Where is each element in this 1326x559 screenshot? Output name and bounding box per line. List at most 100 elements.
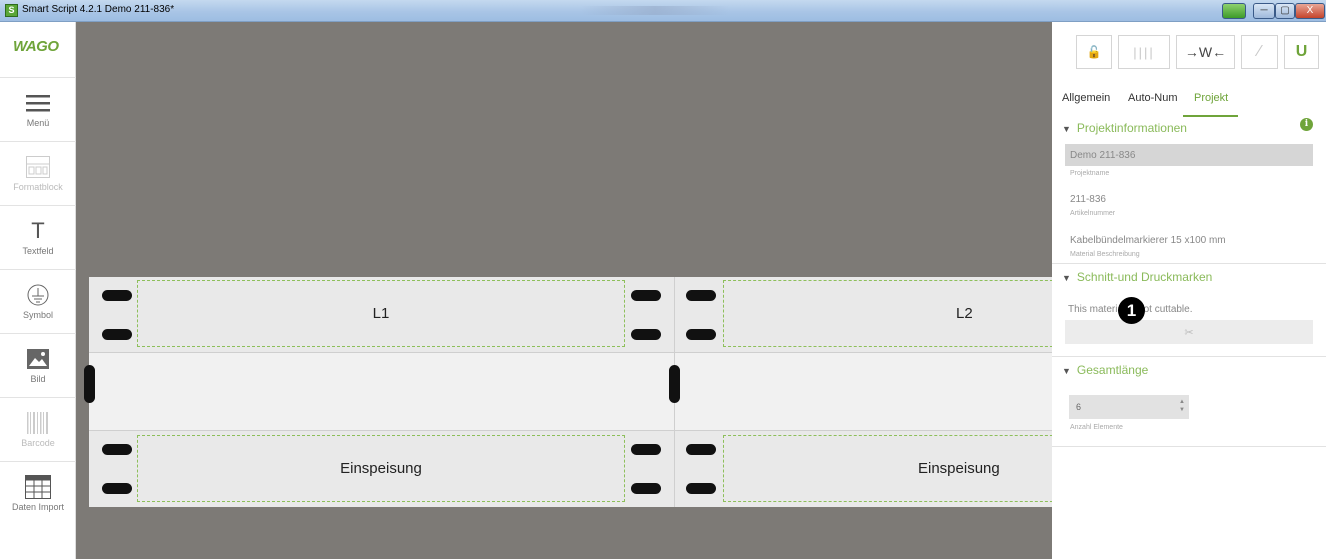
sidebar-item-menu[interactable]: Menü: [0, 78, 76, 142]
strap-hole: [102, 483, 132, 494]
strap-hole: [102, 329, 132, 340]
marker-strip[interactable]: L1 L2 Einspeisung Einspeisung: [84, 277, 1063, 507]
strap-slot: [669, 365, 680, 403]
chevron-down-icon: ▼: [1062, 124, 1071, 134]
strap-hole: [631, 329, 661, 340]
sidebar-item-label: Formatblock: [13, 182, 63, 192]
field-text: L2: [956, 305, 973, 322]
text-field-bottom-left[interactable]: Einspeisung: [137, 435, 625, 502]
maximize-button[interactable]: ▢: [1275, 3, 1295, 19]
section-header-schnitt-und-druckmarken[interactable]: ▼ Schnitt-und Druckmarken: [1062, 270, 1212, 284]
material-description-caption: Material Beschreibung: [1070, 251, 1140, 258]
strap-hole: [631, 444, 661, 455]
magic-wand-button[interactable]: ⁄: [1241, 35, 1278, 69]
sidebar-item-daten-import[interactable]: Daten Import: [0, 462, 76, 526]
sidebar-item-label: Barcode: [21, 438, 55, 448]
sidebar-item-formatblock[interactable]: Formatblock: [0, 142, 76, 206]
strap-hole: [686, 483, 716, 494]
design-canvas[interactable]: L1 L2 Einspeisung Einspeisung: [76, 22, 1063, 559]
tab-projekt[interactable]: Projekt: [1194, 92, 1228, 104]
element-count-caption: Anzahl Elemente: [1070, 424, 1123, 431]
article-number-value[interactable]: 211-836: [1070, 194, 1106, 205]
fit-width-icon: →W←: [1184, 44, 1227, 60]
stepper-down-icon[interactable]: ▼: [1177, 406, 1187, 414]
formatblock-icon: [0, 154, 76, 180]
element-count-stepper[interactable]: 6 ▲ ▼: [1069, 395, 1189, 419]
unlock-icon: 🔓: [1086, 45, 1102, 59]
strap-hole: [631, 483, 661, 494]
blurred-region: [580, 6, 730, 15]
cut-button[interactable]: ✂: [1065, 320, 1313, 344]
close-button[interactable]: X: [1295, 3, 1325, 19]
strap-hole: [631, 290, 661, 301]
field-text: L1: [372, 305, 390, 322]
unlock-button[interactable]: 🔓: [1076, 35, 1112, 69]
text-field-top-left[interactable]: L1: [137, 280, 625, 347]
scissors-icon: ✂: [1184, 326, 1194, 339]
sidebar-item-label: Symbol: [22, 310, 53, 320]
section-divider: [1052, 446, 1326, 447]
strap-hole: [686, 329, 716, 340]
chevron-down-icon: ▼: [1062, 366, 1071, 376]
sidebar-item-label: Daten Import: [11, 502, 65, 512]
ground-symbol-icon: [0, 282, 76, 308]
section-header-projektinformationen[interactable]: ▼ Projektinformationen: [1062, 121, 1187, 135]
marker-row-middle: [89, 353, 1052, 431]
minimize-button[interactable]: ─: [1253, 3, 1275, 19]
left-sidebar: WAGO Menü Formatblock T Textfeld Symbol …: [0, 22, 76, 559]
section-title: Gesamtlänge: [1076, 363, 1149, 377]
menu-icon: [0, 90, 76, 116]
sidebar-item-label: Textfeld: [22, 246, 54, 256]
strap-hole: [686, 290, 716, 301]
sidebar-item-symbol[interactable]: Symbol: [0, 270, 76, 334]
project-name-caption: Projektname: [1070, 170, 1110, 177]
material-description-value[interactable]: Kabelbündelmarkierer 15 x100 mm: [1070, 235, 1226, 246]
section-title: Schnitt-und Druckmarken: [1076, 270, 1213, 284]
section-header-gesamtlaenge[interactable]: ▼ Gesamtlänge: [1062, 363, 1148, 377]
sidebar-item-bild[interactable]: Bild: [0, 334, 76, 398]
image-icon: [0, 346, 76, 372]
section-divider: [1052, 356, 1326, 357]
active-tab-indicator: [1183, 115, 1238, 117]
element-count-value: 6: [1076, 402, 1082, 412]
strap-hole: [102, 444, 132, 455]
app-icon: S: [5, 4, 18, 17]
chevron-down-icon: ▼: [1062, 273, 1071, 283]
sidebar-item-barcode[interactable]: Barcode: [0, 398, 76, 462]
window-title: Smart Script 4.2.1 Demo 211-836*: [22, 4, 175, 15]
text-field-bottom-right[interactable]: Einspeisung: [723, 435, 1063, 502]
sidebar-item-textfeld[interactable]: T Textfeld: [0, 206, 76, 270]
strap-hole: [102, 290, 132, 301]
logo-text: WAGO: [13, 38, 59, 55]
columns-icon: ||||: [1133, 44, 1155, 60]
tab-allgemein[interactable]: Allgemein: [1062, 92, 1110, 104]
magnet-button[interactable]: U: [1284, 35, 1319, 69]
strap-hole: [686, 444, 716, 455]
wago-logo: WAGO: [0, 22, 76, 78]
magnet-icon: U: [1295, 43, 1308, 60]
field-text: Einspeisung: [340, 460, 422, 477]
field-text: Einspeisung: [918, 460, 1000, 477]
table-import-icon: [0, 474, 76, 500]
sidebar-item-label: Menü: [26, 118, 50, 128]
green-window-button[interactable]: [1222, 3, 1246, 19]
tab-auto-num[interactable]: Auto-Num: [1128, 92, 1178, 104]
callout-badge: 1: [1118, 297, 1145, 324]
stepper-up-icon[interactable]: ▲: [1177, 398, 1187, 406]
barcode-icon: [0, 410, 76, 436]
info-icon[interactable]: i: [1300, 118, 1313, 131]
columns-button[interactable]: ||||: [1118, 35, 1170, 69]
stepper-arrows[interactable]: ▲ ▼: [1177, 398, 1187, 414]
properties-panel: 🔓 |||| →W← ⁄ U Allgemein Auto-Num Projek…: [1052, 22, 1326, 559]
text-field-top-right[interactable]: L2: [723, 280, 1063, 347]
article-number-caption: Artikelnummer: [1070, 210, 1116, 217]
panel-tabs: Allgemein Auto-Num Projekt: [1052, 92, 1326, 118]
section-title: Projektinformationen: [1076, 121, 1187, 135]
title-bar: S Smart Script 4.2.1 Demo 211-836* ─ ▢ X: [0, 0, 1326, 22]
sidebar-item-label: Bild: [30, 374, 46, 384]
fit-width-button[interactable]: →W←: [1176, 35, 1235, 69]
project-name-value: Demo 211-836: [1070, 150, 1136, 161]
text-icon: T: [31, 218, 45, 243]
strap-slot: [84, 365, 95, 403]
magic-wand-icon: ⁄: [1258, 43, 1261, 60]
